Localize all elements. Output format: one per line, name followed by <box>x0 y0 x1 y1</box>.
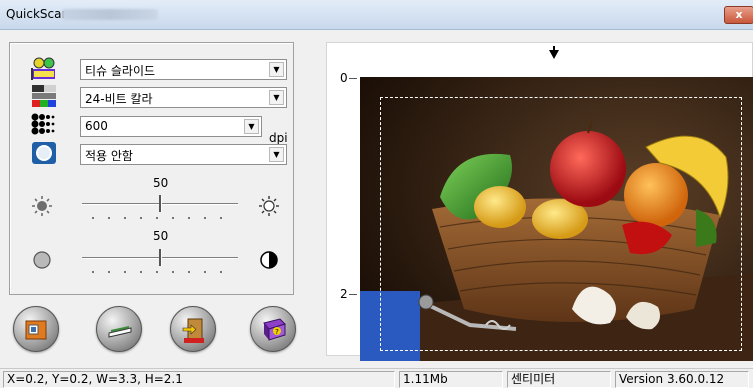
contrast-low-icon <box>33 251 51 269</box>
filter-select[interactable]: 적용 안함 ▼ <box>80 144 287 165</box>
close-button[interactable]: x <box>724 6 753 24</box>
contrast-slider[interactable] <box>82 247 238 273</box>
source-select[interactable]: 티슈 슬라이드 ▼ <box>80 59 287 80</box>
status-selection: X=0.2, Y=0.2, W=3.3, H=2.1 <box>3 371 395 388</box>
contrast-value: 50 <box>153 229 169 243</box>
brightness-value: 50 <box>153 176 169 190</box>
help-button[interactable]: ? <box>250 306 296 352</box>
chevron-down-icon[interactable]: ▼ <box>269 90 284 105</box>
exit-door-icon <box>182 318 204 343</box>
brightness-slider-ticks <box>85 217 235 219</box>
exit-button[interactable] <box>170 306 216 352</box>
title-blurred-text <box>62 9 158 20</box>
contrast-high-icon <box>260 251 278 269</box>
filter-select-value: 적용 안함 <box>85 149 133 163</box>
ruler-top-marker <box>549 46 559 59</box>
filter-lens-icon <box>32 142 56 164</box>
brightness-low-icon <box>32 196 52 216</box>
status-size: 1.11Mb <box>399 371 503 388</box>
main-window: 티슈 슬라이드 ▼ 24-비트 칼라 ▼ 600 ▼ dpi 적용 안함 ▼ 5… <box>0 30 753 368</box>
ruler-tick <box>349 294 357 295</box>
brightness-slider[interactable] <box>82 193 238 219</box>
status-unit: 센티미터 <box>507 371 611 388</box>
preview-image <box>360 77 753 361</box>
ruler-label-2: 2 <box>340 287 348 301</box>
preview-button[interactable] <box>96 306 142 352</box>
scan-to-folder-icon <box>25 320 47 340</box>
svg-text:?: ? <box>275 328 279 336</box>
color-mode-select[interactable]: 24-비트 칼라 ▼ <box>80 87 287 108</box>
chevron-down-icon[interactable]: ▼ <box>269 147 284 162</box>
help-book-icon: ? <box>263 318 286 341</box>
preview-area[interactable]: 0 2 <box>326 42 753 361</box>
ruler-label-0: 0 <box>340 71 348 85</box>
source-select-value: 티슈 슬라이드 <box>85 64 156 78</box>
title-bar: QuickScan x <box>0 0 753 30</box>
contrast-slider-ticks <box>85 271 235 273</box>
scanner-icon <box>108 326 132 338</box>
scan-button[interactable] <box>13 306 59 352</box>
chevron-down-icon[interactable]: ▼ <box>244 119 259 134</box>
resolution-unit-label: dpi <box>269 131 288 145</box>
brightness-high-icon <box>259 196 279 216</box>
status-bar: X=0.2, Y=0.2, W=3.3, H=2.1 1.11Mb 센티미터 V… <box>0 368 753 388</box>
chevron-down-icon[interactable]: ▼ <box>269 62 284 77</box>
color-mode-icon <box>32 85 56 107</box>
status-version: Version 3.60.0.12 <box>615 371 749 388</box>
window-title: QuickScan <box>6 7 70 21</box>
brightness-slider-thumb[interactable] <box>159 195 162 212</box>
scan-selection-frame[interactable] <box>380 97 742 351</box>
settings-panel: 티슈 슬라이드 ▼ 24-비트 칼라 ▼ 600 ▼ dpi 적용 안함 ▼ 5… <box>9 42 294 295</box>
resolution-select-value: 600 <box>85 119 108 133</box>
resolution-select[interactable]: 600 ▼ <box>80 116 262 137</box>
color-mode-select-value: 24-비트 칼라 <box>85 92 153 106</box>
resolution-dots-icon <box>31 113 55 135</box>
transparency-slide-icon <box>31 57 55 80</box>
ruler-tick <box>349 78 357 79</box>
contrast-slider-thumb[interactable] <box>159 249 162 266</box>
